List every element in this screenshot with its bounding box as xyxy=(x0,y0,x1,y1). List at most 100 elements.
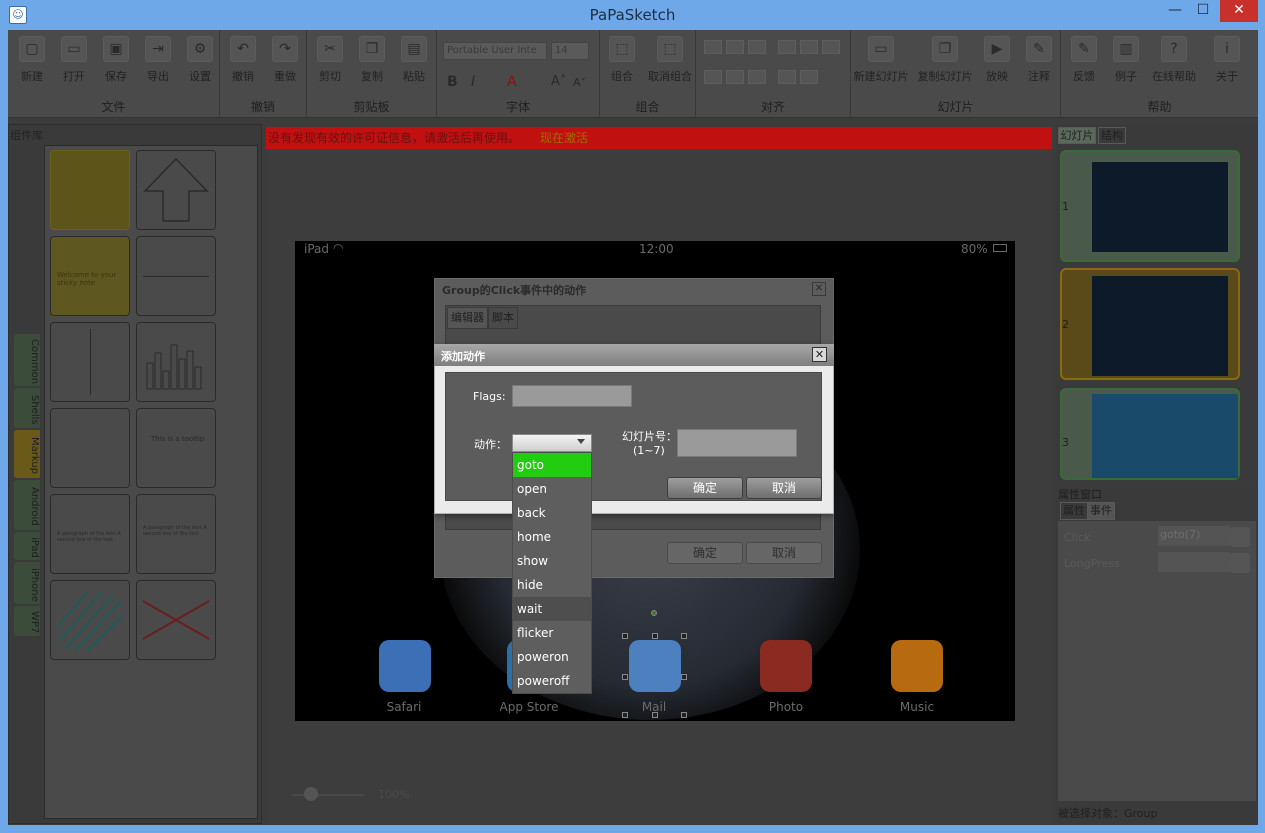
font-name-select[interactable]: Portable User Inte xyxy=(443,42,547,60)
edit-event-button[interactable] xyxy=(1230,527,1250,547)
resize-handle[interactable] xyxy=(652,633,658,639)
new-button[interactable]: ▢ 新建 xyxy=(14,36,50,84)
tab-structure[interactable]: 结构 xyxy=(1098,127,1126,144)
edit-event-button[interactable] xyxy=(1230,553,1250,573)
tab-shells[interactable]: Shells xyxy=(14,388,40,428)
slide-thumbnail[interactable] xyxy=(1060,268,1240,380)
resize-handle[interactable] xyxy=(622,674,628,680)
arrow-shape[interactable] xyxy=(136,150,216,230)
save-button[interactable]: ▣ 保存 xyxy=(98,36,134,84)
grow-font-button[interactable]: A˄ xyxy=(551,74,566,89)
new-slide-button[interactable]: ▭ 新建幻灯片 xyxy=(851,36,911,84)
undo-button[interactable]: ↶ 撤销 xyxy=(224,36,262,84)
online-help-button[interactable]: ? 在线帮助 xyxy=(1149,36,1199,84)
align-bottom-icon[interactable] xyxy=(748,70,766,84)
settings-button[interactable]: ⚙ 设置 xyxy=(182,36,218,84)
tab-editor[interactable]: 编辑器 xyxy=(447,307,488,329)
export-button[interactable]: ⇥ 导出 xyxy=(140,36,176,84)
tab-events[interactable]: 事件 xyxy=(1087,502,1115,520)
resize-handle[interactable] xyxy=(681,712,687,718)
comment-button[interactable]: ✎ 注释 xyxy=(1021,36,1057,84)
safari-icon[interactable] xyxy=(379,640,431,692)
vline-shape[interactable] xyxy=(50,322,130,402)
paragraph-shape[interactable]: A paragraph of the text A second line of… xyxy=(50,494,130,574)
cut-button[interactable]: ✂ 剪切 xyxy=(311,36,349,84)
tab-properties[interactable]: 属性 xyxy=(1060,502,1088,520)
align-left-icon[interactable] xyxy=(704,40,722,54)
open-button[interactable]: ▭ 打开 xyxy=(56,36,92,84)
rotate-handle[interactable] xyxy=(651,610,657,616)
resize-handle[interactable] xyxy=(681,633,687,639)
option-poweroff[interactable]: poweroff xyxy=(513,669,591,693)
resize-handle[interactable] xyxy=(652,712,658,718)
tab-ipad[interactable]: iPad xyxy=(14,532,40,560)
option-poweron[interactable]: poweron xyxy=(513,645,591,669)
group-button[interactable]: ⬚ 组合 xyxy=(602,36,642,84)
cloud-shape[interactable] xyxy=(50,408,130,488)
slide-number-input[interactable] xyxy=(677,429,797,457)
align-right-icon[interactable] xyxy=(748,40,766,54)
tab-markup[interactable]: Markup xyxy=(14,430,40,478)
same-width-icon[interactable] xyxy=(778,70,796,84)
event-dialog-close-icon[interactable]: ✕ xyxy=(812,282,826,296)
option-goto[interactable]: goto xyxy=(513,453,591,477)
flags-input[interactable] xyxy=(512,385,632,407)
action-select[interactable] xyxy=(512,434,592,452)
resize-handle[interactable] xyxy=(622,633,628,639)
tab-common[interactable]: Common xyxy=(14,334,40,386)
about-button[interactable]: i 关于 xyxy=(1207,36,1247,84)
same-height-icon[interactable] xyxy=(800,70,818,84)
slide-thumbnail[interactable] xyxy=(1060,388,1240,480)
font-color-button[interactable]: A xyxy=(507,74,517,90)
paste-button[interactable]: ▤ 粘贴 xyxy=(395,36,433,84)
resize-handle[interactable] xyxy=(681,674,687,680)
examples-button[interactable]: ▥ 例子 xyxy=(1107,36,1145,84)
copy-button[interactable]: ❐ 复制 xyxy=(353,36,391,84)
align-top-icon[interactable] xyxy=(704,70,722,84)
option-hide[interactable]: hide xyxy=(513,573,591,597)
sticky-note-shape[interactable]: Welcome to your sticky note xyxy=(50,236,130,316)
distribute-v-icon[interactable] xyxy=(800,40,818,54)
zoom-slider-thumb[interactable] xyxy=(304,787,318,801)
tab-wp7[interactable]: WP7 xyxy=(14,606,40,636)
play-button[interactable]: ▶ 放映 xyxy=(979,36,1015,84)
callout-shape[interactable] xyxy=(50,150,130,230)
tab-iphone[interactable]: iPhone xyxy=(14,562,40,604)
activate-link[interactable]: 现在激活 xyxy=(540,131,588,145)
align-middle-icon[interactable] xyxy=(726,70,744,84)
fit-icon[interactable] xyxy=(822,40,840,54)
tooltip-shape[interactable]: This is a tooltip xyxy=(136,408,216,488)
scribble-shape[interactable] xyxy=(50,580,130,660)
italic-button[interactable]: I xyxy=(471,74,475,90)
font-size-select[interactable]: 14 xyxy=(551,42,589,60)
copy-slide-button[interactable]: ❐ 复制幻灯片 xyxy=(915,36,975,84)
zoom-slider-track[interactable] xyxy=(292,794,364,796)
ungroup-button[interactable]: ⬚ 取消组合 xyxy=(644,36,696,84)
redo-button[interactable]: ↷ 重做 xyxy=(266,36,304,84)
option-back[interactable]: back xyxy=(513,501,591,525)
align-center-icon[interactable] xyxy=(726,40,744,54)
cancel-button[interactable]: 取消 xyxy=(746,477,822,499)
event-value[interactable] xyxy=(1158,552,1230,572)
mail-icon[interactable] xyxy=(629,640,681,692)
event-value[interactable]: goto(7) xyxy=(1158,526,1230,546)
bold-button[interactable]: B xyxy=(447,74,458,90)
maximize-button[interactable]: ☐ xyxy=(1188,0,1218,22)
add-action-close-icon[interactable]: ✕ xyxy=(812,347,827,362)
music-icon[interactable] xyxy=(891,640,943,692)
option-open[interactable]: open xyxy=(513,477,591,501)
bar-chart-shape[interactable] xyxy=(136,322,216,402)
distribute-h-icon[interactable] xyxy=(778,40,796,54)
close-button[interactable]: ✕ xyxy=(1220,0,1258,22)
hline-shape[interactable] xyxy=(136,236,216,316)
option-flicker[interactable]: flicker xyxy=(513,621,591,645)
ok-button[interactable]: 确定 xyxy=(667,477,743,499)
tab-slides[interactable]: 幻灯片 xyxy=(1058,127,1096,144)
photo-icon[interactable] xyxy=(760,640,812,692)
option-home[interactable]: home xyxy=(513,525,591,549)
slide-thumbnail[interactable] xyxy=(1060,150,1240,262)
event-ok-button[interactable]: 确定 xyxy=(667,542,743,564)
option-wait[interactable]: wait xyxy=(513,597,591,621)
option-show[interactable]: show xyxy=(513,549,591,573)
feedback-button[interactable]: ✎ 反馈 xyxy=(1065,36,1103,84)
